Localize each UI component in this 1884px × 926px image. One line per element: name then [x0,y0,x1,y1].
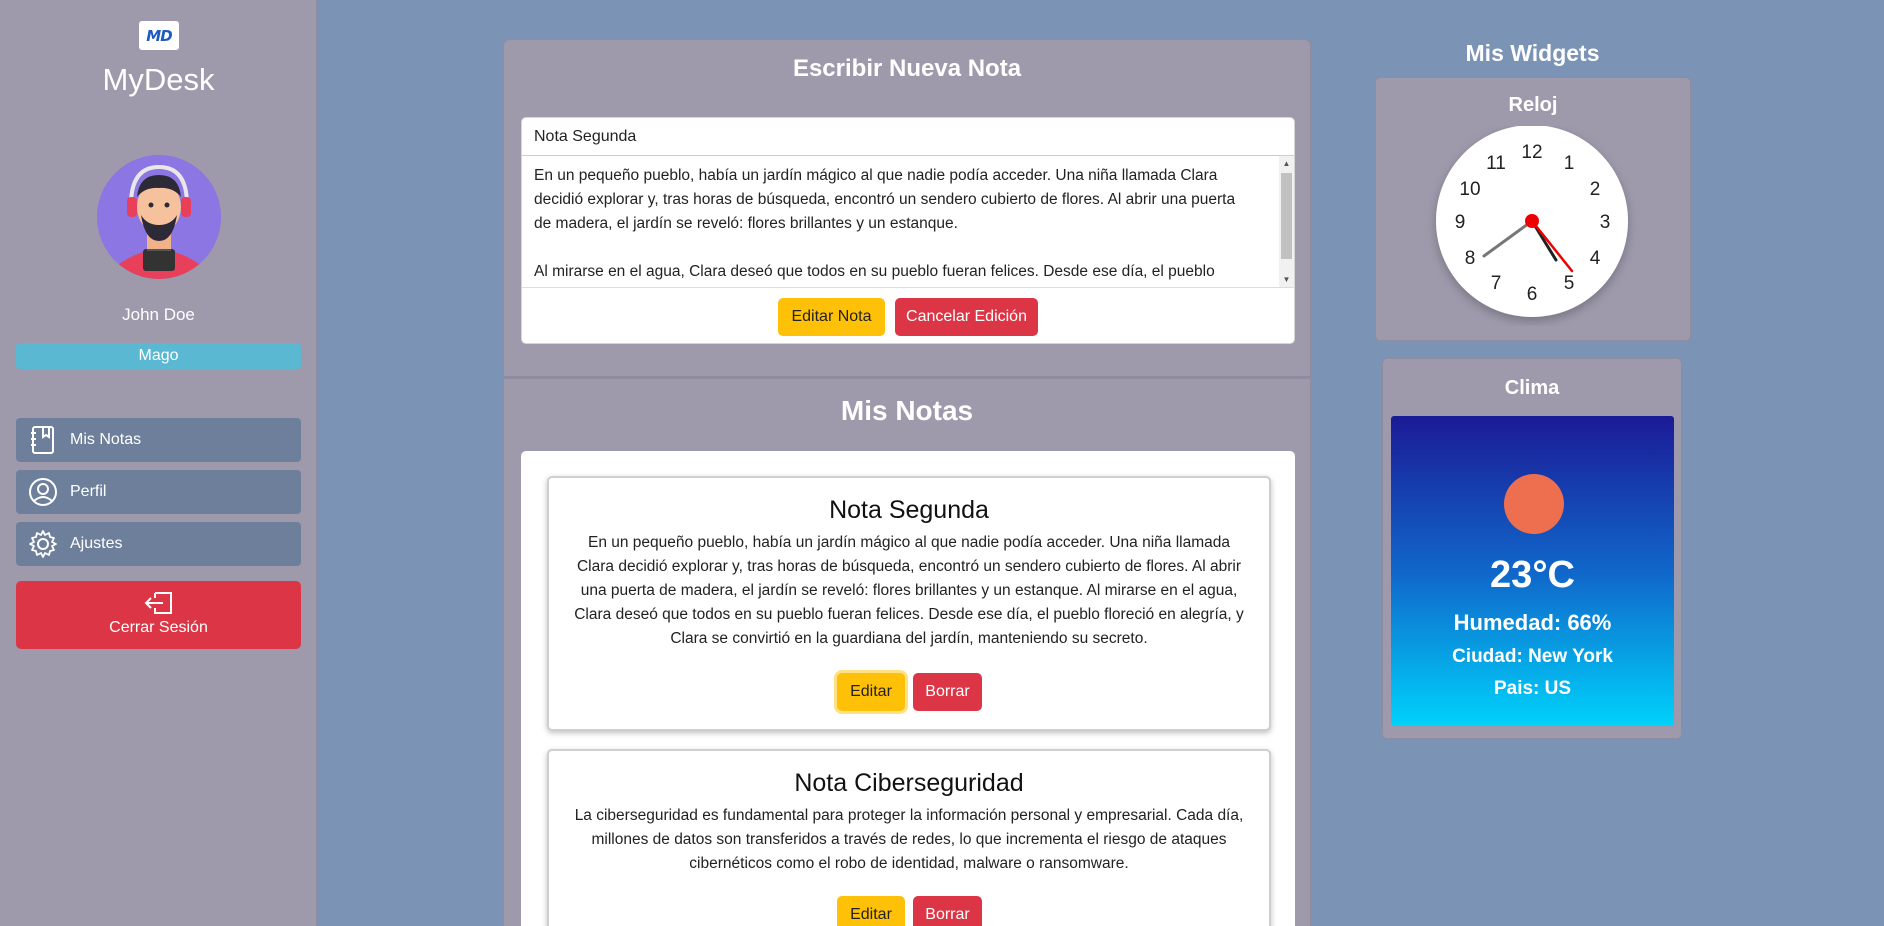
note-edit-button[interactable]: Editar [837,896,905,926]
note-content-text: En un pequeño pueblo, había un jardín má… [534,164,1269,284]
note-body: En un pequeño pueblo, había un jardín má… [574,534,1244,647]
weather-widget: Clima 23°C Humedad: 66% Ciudad: New York… [1382,358,1682,739]
cancel-edit-button[interactable]: Cancelar Edición [895,298,1038,336]
app-logo: MD [139,21,179,50]
sidebar-item-label: Mis Notas [70,431,142,448]
content-line [534,236,1269,260]
clock-number: 3 [1600,212,1611,233]
user-circle-icon [28,477,58,507]
widgets-heading: Mis Widgets [1465,40,1600,66]
clock-widget: Reloj 12 1 2 3 4 5 6 7 8 9 10 11 [1375,77,1691,341]
weather-city: Ciudad: New York [1452,646,1613,667]
logout-label: Cerrar Sesión [109,619,208,636]
sidebar-item-label: Perfil [70,483,107,500]
gear-icon [28,529,58,559]
user-name: John Doe [122,305,195,324]
note-delete-button[interactable]: Borrar [913,896,982,926]
note-form: En un pequeño pueblo, había un jardín má… [521,117,1295,344]
app-title: MyDesk [102,62,215,97]
clock-title: Reloj [1508,94,1558,116]
content-line: En un pequeño pueblo, había un jardín má… [534,167,1218,184]
weather-title: Clima [1504,377,1560,399]
edit-note-button[interactable]: Editar Nota [778,298,885,336]
note-delete-button[interactable]: Borrar [913,673,982,711]
notebook-icon [28,425,58,455]
clock-number: 10 [1459,179,1480,200]
notes-heading: Mis Notas [840,395,974,426]
clock-number: 12 [1521,142,1542,163]
logout-icon [144,592,172,614]
notes-panel: Mis Notas Nota Segunda En un pequeño pue… [503,378,1311,926]
note-content-textarea[interactable]: En un pequeño pueblo, había un jardín má… [522,156,1294,288]
clock-number: 9 [1455,212,1466,233]
scroll-down-icon[interactable]: ▼ [1279,272,1294,287]
logo-text: MD [146,26,172,45]
note-edit-button[interactable]: Editar [837,673,905,711]
weather-temperature: 23°C [1490,554,1575,596]
content-line: Al mirarse en el agua, Clara deseó que t… [534,263,1215,280]
role-badge: Mago [16,343,301,369]
avatar [97,155,221,279]
note-card: Nota Ciberseguridad La ciberseguridad es… [547,749,1271,926]
note-title-input[interactable] [522,118,1294,156]
clock-number: 8 [1465,248,1476,269]
textarea-scrollbar[interactable]: ▲ ▼ [1279,156,1294,287]
content-line: decidió explorar y, tras horas de búsque… [534,191,1236,208]
clock-number: 4 [1590,248,1601,269]
clock-number: 6 [1527,284,1538,305]
scroll-thumb[interactable] [1281,173,1292,259]
clock-number: 7 [1491,273,1502,294]
sidebar-item-mis-notas[interactable]: Mis Notas [16,418,301,462]
sidebar: MD MyDesk John Doe Mago Mis Notas Perfil… [0,0,317,926]
notes-list: Nota Segunda En un pequeño pueblo, había… [521,451,1295,926]
clock-number: 2 [1590,179,1601,200]
note-title: Nota Segunda [829,496,989,524]
clock-number: 11 [1486,153,1506,174]
sidebar-item-label: Ajustes [70,535,123,552]
note-card: Nota Segunda En un pequeño pueblo, había… [547,476,1271,731]
avatar-illustration [97,155,221,279]
weather-humidity: Humedad: 66% [1453,610,1612,635]
scroll-up-icon[interactable]: ▲ [1279,156,1294,172]
sidebar-item-ajustes[interactable]: Ajustes [16,522,301,566]
clock-number: 5 [1564,273,1575,294]
note-title: Nota Ciberseguridad [794,769,1024,797]
logout-button[interactable]: Cerrar Sesión [16,581,301,649]
sidebar-item-perfil[interactable]: Perfil [16,470,301,514]
note-body: La ciberseguridad es fundamental para pr… [574,807,1244,872]
clock-number: 1 [1564,153,1575,174]
note-editor-panel: Escribir Nueva Nota En un pequeño pueblo… [503,39,1311,377]
clock-center [1525,214,1539,228]
weather-card: 23°C Humedad: 66% Ciudad: New York Pais:… [1391,416,1674,726]
editor-heading: Escribir Nueva Nota [792,55,1022,82]
sun-icon [1504,474,1564,534]
analog-clock: 12 1 2 3 4 5 6 7 8 9 10 11 [1436,126,1628,317]
content-line: de madera, el jardín se reveló: flores b… [534,215,958,232]
weather-country: Pais: US [1493,678,1572,699]
